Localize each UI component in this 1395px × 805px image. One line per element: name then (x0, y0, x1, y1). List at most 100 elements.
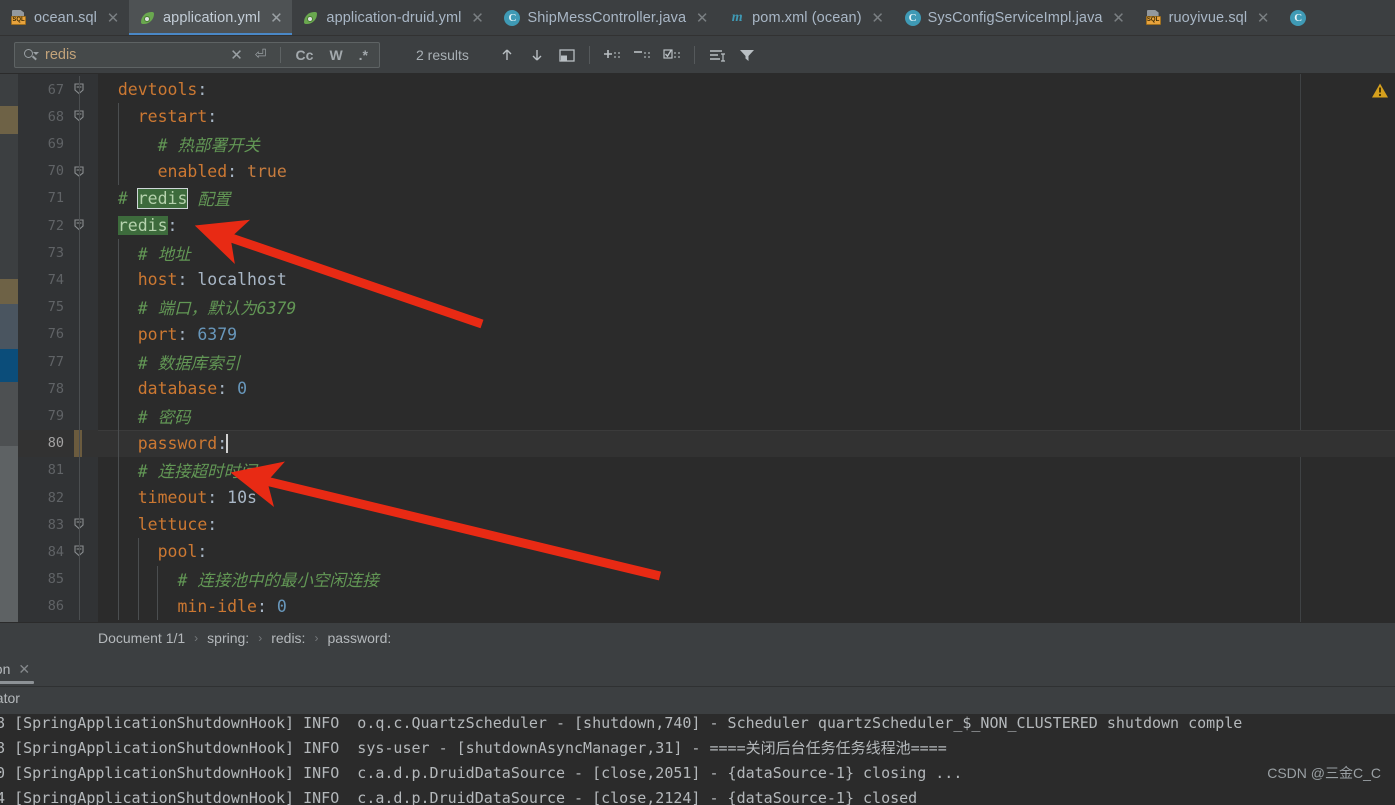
close-icon[interactable]: ✕ (695, 11, 709, 26)
vcs-change-marker[interactable] (74, 348, 82, 375)
search-icon[interactable] (23, 47, 39, 63)
editor-tab-sysconfigserviceimpl-java[interactable]: C SysConfigServiceImpl.java ✕ (894, 0, 1135, 35)
gutter-row[interactable]: 80 (18, 429, 98, 457)
regex-toggle[interactable]: .* (354, 47, 373, 63)
fold-region-line (79, 456, 80, 484)
close-icon[interactable]: ✕ (1256, 11, 1270, 26)
vcs-change-marker[interactable] (74, 566, 82, 593)
gutter-row[interactable]: 75 (18, 294, 98, 321)
find-previous-button[interactable] (493, 42, 521, 68)
editor-tab-ruoyivue-sql[interactable]: SQL ruoyivue.sql ✕ (1135, 0, 1280, 35)
gutter-row[interactable]: 76 (18, 321, 98, 348)
code-line[interactable]: # 热部署开关 (98, 130, 1395, 157)
indent-guide (117, 511, 119, 539)
breadcrumb-item-document[interactable]: Document 1/1 (98, 630, 185, 646)
gutter-row[interactable]: 84 (18, 538, 98, 565)
vcs-change-marker[interactable] (74, 402, 82, 429)
code-line[interactable]: pool: (98, 538, 1395, 565)
gutter-row[interactable]: 71 (18, 185, 98, 212)
editor-tab-application-yml[interactable]: application.yml ✕ (128, 0, 293, 35)
whole-words-toggle[interactable]: W (324, 47, 347, 63)
code-line[interactable]: # 连接超时时间 (98, 457, 1395, 484)
gutter-row[interactable]: 85 (18, 566, 98, 593)
vcs-change-marker[interactable] (74, 429, 82, 457)
code-line[interactable]: enabled: true (98, 158, 1395, 185)
gutter-row[interactable]: 68 (18, 103, 98, 130)
gutter-row[interactable]: 78 (18, 375, 98, 402)
gutter-row[interactable]: 79 (18, 402, 98, 429)
close-icon[interactable]: ✕ (18, 661, 30, 678)
code-line[interactable]: # 地址 (98, 239, 1395, 266)
gutter-row[interactable]: 70 (18, 158, 98, 185)
code-line[interactable]: # 数据库索引 (98, 348, 1395, 375)
close-icon[interactable]: ✕ (269, 11, 283, 26)
close-icon[interactable]: ✕ (470, 11, 484, 26)
run-tab-bar[interactable]: ation ✕ (0, 652, 1395, 686)
code-line[interactable]: password: (98, 429, 1395, 457)
new-line-icon[interactable]: ⏎ (252, 46, 270, 63)
code-content[interactable]: devtools: restart: # 热部署开关 enabled: true… (98, 74, 1395, 622)
editor-tab-overflow[interactable]: C (1279, 0, 1315, 35)
gutter-row[interactable]: 83 (18, 511, 98, 538)
search-input[interactable]: redis ✕ ⏎ Cc W .* (14, 41, 380, 68)
editor-tab-shipmesscontroller-java[interactable]: C ShipMessController.java ✕ (493, 0, 718, 35)
vcs-change-marker[interactable] (74, 239, 82, 266)
indent-guide (117, 402, 119, 430)
code-line[interactable]: # 连接池中的最小空闲连接 (98, 566, 1395, 593)
editor-tab-pom-xml[interactable]: m pom.xml (ocean) ✕ (718, 0, 893, 35)
gutter-row[interactable]: 77 (18, 348, 98, 375)
gutter-row[interactable]: 67 (18, 76, 98, 103)
console-output[interactable]: 648 [SpringApplicationShutdownHook] INFO… (0, 714, 1395, 805)
code-line[interactable]: # 密码 (98, 402, 1395, 429)
breadcrumb[interactable]: Document 1/1 › spring: › redis: › passwo… (0, 622, 1395, 652)
gutter-row[interactable]: 86 (18, 593, 98, 620)
add-line-to-selection-button[interactable] (598, 42, 626, 68)
code-line[interactable]: timeout: 10s (98, 484, 1395, 511)
close-icon[interactable]: ✕ (227, 46, 246, 64)
code-line[interactable]: database: 0 (98, 375, 1395, 402)
run-tool-window[interactable]: ation ✕ uator 648 [SpringApplicationShut… (0, 652, 1395, 805)
filter-button[interactable] (733, 42, 761, 68)
remove-line-from-selection-button[interactable] (628, 42, 656, 68)
code-line[interactable]: devtools: (98, 76, 1395, 103)
editor-tab-bar[interactable]: SQL ocean.sql ✕ application.yml ✕ applic… (0, 0, 1395, 36)
warning-triangle-icon[interactable] (1371, 82, 1389, 100)
match-case-toggle[interactable]: Cc (291, 47, 319, 63)
code-line[interactable]: # 端口，默认为6379 (98, 294, 1395, 321)
code-line[interactable]: min-idle: 0 (98, 593, 1395, 620)
code-line[interactable]: redis: (98, 212, 1395, 239)
gutter-row[interactable]: 72 (18, 212, 98, 239)
run-tab-application[interactable]: ation ✕ (0, 652, 40, 686)
run-sub-toolbar[interactable]: uator (0, 687, 1395, 713)
close-icon[interactable]: ✕ (1112, 11, 1126, 26)
select-all-occurrences-button[interactable] (553, 42, 581, 68)
editor-gutter[interactable]: 67 68 69 70 71 72 73 74 75 76 77 78 79 80 81 82 83 84 85 86 (18, 74, 98, 622)
gutter-row[interactable]: 74 (18, 266, 98, 293)
select-all-lines-button[interactable] (658, 42, 686, 68)
gutter-row[interactable]: 73 (18, 239, 98, 266)
breadcrumb-item-password[interactable]: password: (327, 630, 391, 646)
gutter-row[interactable]: 82 (18, 484, 98, 511)
breadcrumb-item-spring[interactable]: spring: (207, 630, 249, 646)
gutter-row[interactable]: 81 (18, 457, 98, 484)
vcs-change-marker[interactable] (74, 457, 82, 484)
toggle-indent-button[interactable] (703, 42, 731, 68)
code-line[interactable]: lettuce: (98, 511, 1395, 538)
vcs-change-marker[interactable] (74, 185, 82, 212)
editor-tab-ocean-sql[interactable]: SQL ocean.sql ✕ (0, 0, 129, 35)
find-next-button[interactable] (523, 42, 551, 68)
vcs-change-marker[interactable] (74, 130, 82, 157)
code-line[interactable]: host: localhost (98, 266, 1395, 293)
code-line[interactable]: restart: (98, 103, 1395, 130)
find-toolbar[interactable]: redis ✕ ⏎ Cc W .* 2 results (0, 36, 1395, 74)
close-icon[interactable]: ✕ (106, 11, 120, 26)
check-lines-icon (662, 47, 682, 63)
vcs-change-marker[interactable] (74, 294, 82, 321)
breadcrumb-item-redis[interactable]: redis: (271, 630, 305, 646)
code-editor[interactable]: 67 68 69 70 71 72 73 74 75 76 77 78 79 80 81 82 83 84 85 86… (0, 74, 1395, 622)
editor-tab-application-druid-yml[interactable]: application-druid.yml ✕ (292, 0, 493, 35)
gutter-row[interactable]: 69 (18, 130, 98, 157)
code-line[interactable]: port: 6379 (98, 321, 1395, 348)
code-line[interactable]: # redis 配置 (98, 185, 1395, 212)
close-icon[interactable]: ✕ (871, 11, 885, 26)
